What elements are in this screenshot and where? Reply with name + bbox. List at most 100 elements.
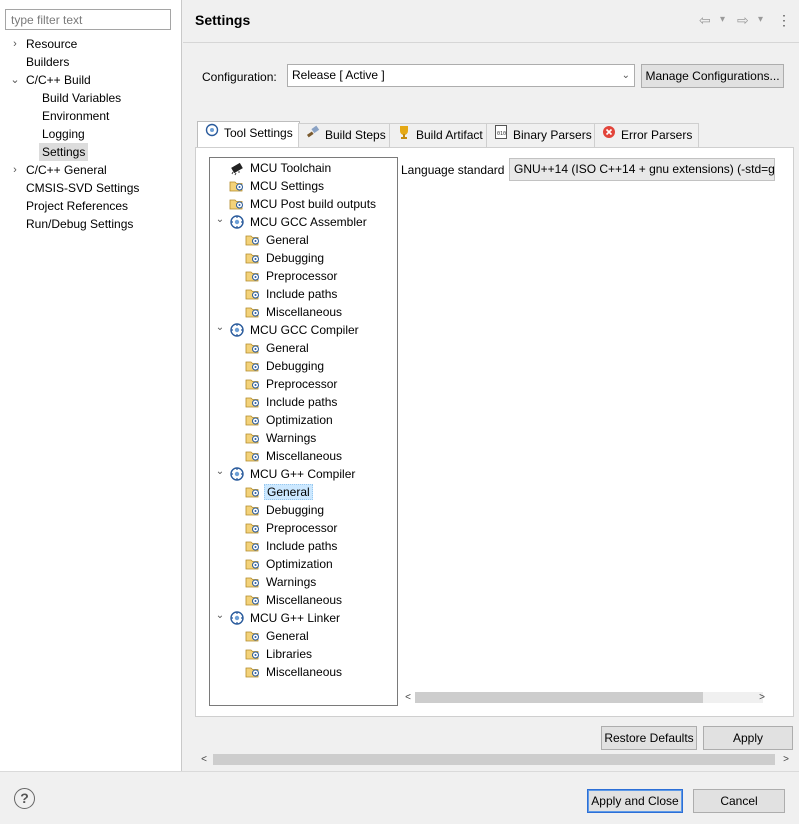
tree-item[interactable]: MCU G++ Linker — [248, 609, 342, 627]
page-horizontal-scrollbar[interactable]: < > — [197, 751, 793, 768]
configuration-label: Configuration: — [202, 70, 277, 84]
tree-item[interactable]: MCU Settings — [248, 177, 326, 195]
tab-binary-parsers[interactable]: 010 Binary Parsers — [486, 123, 599, 147]
settings-folder-icon — [245, 484, 261, 500]
tab-build-steps[interactable]: Build Steps — [298, 123, 393, 147]
tree-item[interactable]: Include paths — [264, 537, 339, 555]
scroll-right-icon[interactable]: > — [755, 689, 769, 706]
tree-item[interactable]: General — [264, 483, 313, 501]
expanded-chevron-icon[interactable]: ⌄ — [9, 71, 21, 89]
nav-item-environment[interactable]: Environment — [39, 107, 112, 125]
nav-item-c-c-build[interactable]: C/C++ Build — [23, 71, 94, 89]
nav-item-logging[interactable]: Logging — [39, 125, 88, 143]
tree-item-label: MCU GCC Compiler — [250, 323, 359, 337]
language-standard-select[interactable]: GNU++14 (ISO C++14 + gnu extensions) (-s… — [509, 158, 775, 181]
tree-expand-chevron-icon[interactable]: ⌄ — [214, 322, 226, 333]
tree-item[interactable]: Debugging — [264, 501, 326, 519]
tree-item-label: Debugging — [266, 359, 325, 373]
settings-folder-icon — [245, 430, 261, 446]
tree-item[interactable]: Miscellaneous — [264, 663, 344, 681]
nav-item-settings[interactable]: Settings — [39, 143, 89, 161]
tree-item[interactable]: MCU Toolchain — [248, 159, 333, 177]
tree-item[interactable]: Debugging — [264, 357, 326, 375]
collapsed-chevron-icon[interactable]: › — [9, 161, 21, 179]
settings-folder-icon — [245, 538, 261, 554]
tool-settings-tree[interactable]: MCU Toolchain MCU Settings MCU Post build … — [209, 157, 398, 706]
help-icon[interactable]: ? — [14, 788, 35, 809]
nav-item-resource[interactable]: Resource — [23, 35, 80, 53]
filter-input[interactable] — [5, 9, 171, 30]
tab-build-artifact[interactable]: Build Artifact — [389, 123, 490, 147]
configuration-select[interactable]: Release [ Active ] ⌄ — [287, 64, 635, 87]
binary-parsers-icon: 010 — [493, 124, 509, 146]
tree-item[interactable]: Optimization — [264, 411, 335, 429]
tree-item-label: Miscellaneous — [266, 449, 343, 463]
tree-item[interactable]: Include paths — [264, 285, 339, 303]
nav-item-cmsis-svd-settings[interactable]: CMSIS-SVD Settings — [23, 179, 142, 197]
page-scroll-right-icon[interactable]: > — [779, 751, 793, 768]
tab-error-parsers[interactable]: Error Parsers — [594, 123, 700, 147]
tree-item[interactable]: Optimization — [264, 555, 335, 573]
tree-item[interactable]: Warnings — [264, 429, 318, 447]
settings-folder-icon — [245, 556, 261, 572]
tree-expand-chevron-icon[interactable]: ⌄ — [214, 214, 226, 225]
settings-folder-icon — [245, 232, 261, 248]
apply-button[interactable]: Apply — [703, 726, 793, 750]
tree-item[interactable]: Miscellaneous — [264, 447, 344, 465]
page-scroll-left-icon[interactable]: < — [197, 751, 211, 768]
view-menu-icon[interactable]: ⋮ — [777, 12, 791, 28]
nav-item-run-debug-settings[interactable]: Run/Debug Settings — [23, 215, 136, 233]
cancel-button[interactable]: Cancel — [693, 789, 785, 813]
tree-item[interactable]: Preprocessor — [264, 267, 339, 285]
options-horizontal-scrollbar[interactable]: < > — [401, 689, 777, 706]
tree-item[interactable]: Miscellaneous — [264, 303, 344, 321]
tool-settings-panel: MCU Toolchain MCU Settings MCU Post build … — [195, 147, 794, 717]
tree-item-label: MCU Toolchain — [250, 161, 332, 175]
tree-item[interactable]: General — [264, 627, 311, 645]
scroll-thumb[interactable] — [415, 692, 703, 703]
tree-item[interactable]: Preprocessor — [264, 519, 339, 537]
nav-item-builders[interactable]: Builders — [23, 53, 72, 71]
tree-item[interactable]: Preprocessor — [264, 375, 339, 393]
manage-configurations-button[interactable]: Manage Configurations... — [641, 64, 784, 88]
tree-item[interactable]: MCU GCC Assembler — [248, 213, 369, 231]
tree-expand-chevron-icon[interactable]: ⌄ — [214, 610, 226, 621]
page-scroll-thumb[interactable] — [213, 754, 775, 765]
language-standard-label: Language standard — [401, 163, 505, 177]
tree-expand-chevron-icon[interactable]: ⌄ — [214, 466, 226, 477]
tree-item[interactable]: Miscellaneous — [264, 591, 344, 609]
tree-item[interactable]: Debugging — [264, 249, 326, 267]
tree-item[interactable]: General — [264, 231, 311, 249]
nav-item-c-c-general[interactable]: C/C++ General — [23, 161, 110, 179]
nav-item-build-variables[interactable]: Build Variables — [39, 89, 124, 107]
forward-arrow-icon[interactable]: ⇨ — [737, 12, 749, 28]
settings-folder-icon — [245, 664, 261, 680]
tab-tool-settings[interactable]: Tool Settings — [197, 121, 300, 148]
tree-item[interactable]: Include paths — [264, 393, 339, 411]
tree-item[interactable]: MCU GCC Compiler — [248, 321, 361, 339]
tree-item[interactable]: MCU Post build outputs — [248, 195, 378, 213]
scroll-left-icon[interactable]: < — [401, 689, 415, 706]
restore-defaults-button[interactable]: Restore Defaults — [601, 726, 697, 750]
tree-item[interactable]: MCU G++ Compiler — [248, 465, 357, 483]
settings-page: Settings ⇦ ▾ ⇨ ▾ ⋮ Configuration: Releas… — [183, 0, 799, 771]
tool-icon — [229, 322, 245, 338]
tree-item-label: General — [266, 233, 309, 247]
tree-item-label: Libraries — [266, 647, 313, 661]
tree-item-label: Miscellaneous — [266, 305, 343, 319]
collapsed-chevron-icon[interactable]: › — [9, 35, 21, 53]
apply-and-close-button[interactable]: Apply and Close — [587, 789, 683, 813]
header-divider — [183, 42, 799, 43]
tree-item-label: Include paths — [266, 539, 338, 553]
tree-item[interactable]: Libraries — [264, 645, 314, 663]
tree-item-label: General — [264, 484, 313, 500]
tree-item[interactable]: Warnings — [264, 573, 318, 591]
back-dropdown-icon[interactable]: ▾ — [720, 12, 725, 28]
settings-folder-icon — [245, 574, 261, 590]
back-arrow-icon[interactable]: ⇦ — [699, 12, 711, 28]
tool-icon — [229, 214, 245, 230]
settings-folder-icon — [245, 412, 261, 428]
tree-item[interactable]: General — [264, 339, 311, 357]
forward-dropdown-icon[interactable]: ▾ — [758, 12, 763, 28]
nav-item-project-references[interactable]: Project References — [23, 197, 131, 215]
